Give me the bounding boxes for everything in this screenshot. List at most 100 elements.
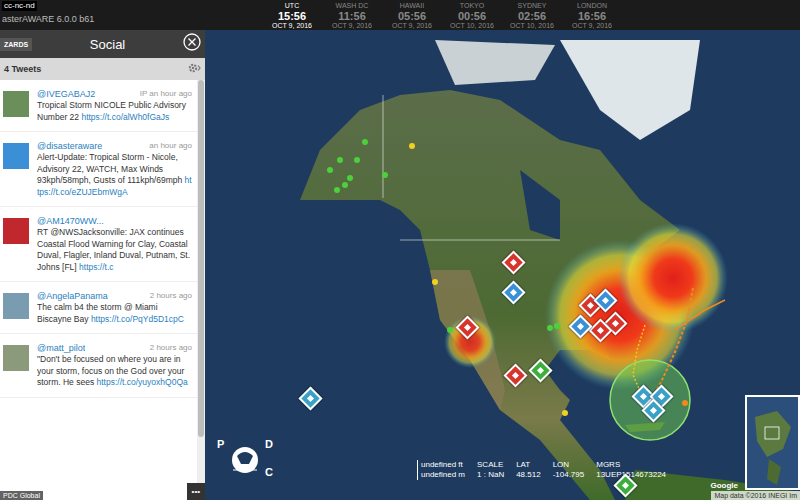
dot-icon xyxy=(554,323,560,329)
google-logo: Google xyxy=(710,481,738,490)
dot-icon xyxy=(682,400,688,406)
app-title-area: asterAWARE 6.0.0 b61cc-nc-nd xyxy=(0,0,262,30)
hazard-marker[interactable] xyxy=(505,254,522,271)
event-dot[interactable] xyxy=(347,175,353,181)
tweet-link[interactable]: https://t.co/PqYd5D1cpC xyxy=(91,314,184,324)
event-dot[interactable] xyxy=(447,327,453,333)
clock[interactable]: SYDNEY02:56OCT 10, 2016 xyxy=(502,0,562,30)
tweet-body: @IVEGABAJ2IP an hour agoTropical Storm N… xyxy=(37,88,192,123)
dot-icon xyxy=(432,279,438,285)
event-dot[interactable] xyxy=(432,279,438,285)
tweet-link[interactable]: https://t.co/yuyoxhQ0Qa xyxy=(97,377,188,387)
event-dot[interactable] xyxy=(354,157,360,163)
overview-minimap[interactable] xyxy=(745,395,800,490)
gear-icon[interactable] xyxy=(187,62,201,76)
clock[interactable]: HAWAII05:56OCT 9, 2016 xyxy=(382,0,442,30)
tweet-link[interactable]: https://t.co/alWh0fGaJs xyxy=(81,112,169,122)
scrollbar-thumb[interactable] xyxy=(198,80,204,437)
wizards-button[interactable]: ZARDS xyxy=(0,38,32,51)
event-dot[interactable] xyxy=(362,139,368,145)
hazard-symbol-icon xyxy=(464,324,471,331)
tweet-header: @AngelaPanama 2 hours ago xyxy=(37,290,192,302)
hazard-symbol-icon xyxy=(577,323,584,330)
hazard-symbol-icon xyxy=(537,367,544,374)
readout-column: SCALE1 : NaN xyxy=(477,460,504,480)
hazard-symbol-icon xyxy=(658,393,665,400)
readout-lon: -104.795 xyxy=(553,470,585,480)
event-dot[interactable] xyxy=(327,167,333,173)
tweet-author[interactable]: @AngelaPanama xyxy=(37,290,108,302)
tweet-time: IP an hour ago xyxy=(140,88,192,100)
hazard-icon xyxy=(503,363,527,387)
hazard-marker[interactable] xyxy=(617,477,634,494)
event-dot[interactable] xyxy=(562,410,568,416)
scrollbar[interactable] xyxy=(197,80,205,500)
map[interactable]: PDCundefined ftundefined mSCALE1 : NaNLA… xyxy=(205,30,800,500)
avatar-image xyxy=(3,345,29,371)
hazard-marker[interactable] xyxy=(459,319,476,336)
readout-mgrs: 13UEP1514673224 xyxy=(596,470,666,480)
tweet[interactable]: @matt_pilot2 hours ago"Don't be focused … xyxy=(0,334,197,398)
clock[interactable]: TOKYO00:56OCT 10, 2016 xyxy=(442,0,502,30)
tweet-text: RT @NWSJacksonville: JAX continues Coast… xyxy=(37,227,192,273)
panel-header: ZARDSSocial xyxy=(0,30,205,58)
event-dot[interactable] xyxy=(682,400,688,406)
readout-meters: undefined m xyxy=(421,470,465,480)
event-dot[interactable] xyxy=(337,157,343,163)
tweet[interactable]: @IVEGABAJ2IP an hour agoTropical Storm N… xyxy=(0,80,197,132)
clock-time: 16:56 xyxy=(578,10,606,22)
dot-icon xyxy=(382,172,388,178)
tweet-time: 2 hours ago xyxy=(150,290,192,302)
clock[interactable]: WASH DC11:56OCT 9, 2016 xyxy=(322,0,382,30)
avatar-image xyxy=(3,91,29,117)
dot-icon xyxy=(334,187,340,193)
top-bar: asterAWARE 6.0.0 b61cc-nc-ndUTC15:56OCT … xyxy=(0,0,800,30)
tweet-author[interactable]: @IVEGABAJ2 xyxy=(37,88,95,100)
readout-column: LAT48.512 xyxy=(516,460,540,480)
app-title: asterAWARE 6.0.0 b61 xyxy=(2,14,94,24)
tweet[interactable]: @AM1470WW...RT @NWSJacksonville: JAX con… xyxy=(0,207,197,282)
clock[interactable]: UTC15:56OCT 9, 2016 xyxy=(262,0,322,30)
hazard-marker[interactable] xyxy=(505,284,522,301)
hazard-marker[interactable] xyxy=(572,318,589,335)
world-clocks: UTC15:56OCT 9, 2016WASH DC11:56OCT 9, 20… xyxy=(262,0,622,30)
dot-icon xyxy=(562,410,568,416)
hazard-marker[interactable] xyxy=(597,292,614,309)
clock[interactable]: LONDON16:56OCT 9, 2016 xyxy=(562,0,622,30)
tweet[interactable]: @AngelaPanama2 hours agoThe calm b4 the … xyxy=(0,282,197,334)
dot-icon xyxy=(327,167,333,173)
readout-mgrs-label: MGRS xyxy=(596,460,666,470)
panel-title: Social xyxy=(32,37,183,52)
event-dot[interactable] xyxy=(382,172,388,178)
hazard-symbol-icon xyxy=(612,320,619,327)
pdc-logo: PDC xyxy=(215,434,277,482)
tweet-count-bar: 4 Tweets xyxy=(0,58,205,80)
clock-city: TOKYO xyxy=(460,1,484,10)
clock-city: SYDNEY xyxy=(518,1,547,10)
tweet-author[interactable]: @matt_pilot xyxy=(37,342,85,354)
map-readout: undefined ftundefined mSCALE1 : NaNLAT48… xyxy=(417,460,666,480)
tweet-author[interactable]: @disasteraware xyxy=(37,140,102,152)
hazard-icon xyxy=(588,318,612,342)
hazard-marker[interactable] xyxy=(302,390,319,407)
hazard-marker[interactable] xyxy=(507,367,524,384)
tweet-text: Alert-Update: Tropical Storm - Nicole, A… xyxy=(37,152,192,198)
hazard-marker[interactable] xyxy=(592,322,609,339)
tweet-author[interactable]: @AM1470WW... xyxy=(37,215,104,227)
event-dot[interactable] xyxy=(409,143,415,149)
more-button[interactable]: ••• xyxy=(187,483,205,500)
avatar-image xyxy=(3,218,29,244)
hazard-marker[interactable] xyxy=(532,362,549,379)
readout-lat-label: LAT xyxy=(516,460,540,470)
dot-icon xyxy=(547,325,553,331)
tweet-body: @AngelaPanama2 hours agoThe calm b4 the … xyxy=(37,290,192,325)
close-icon[interactable] xyxy=(183,33,201,55)
clock-date: OCT 9, 2016 xyxy=(572,22,612,30)
event-dot[interactable] xyxy=(342,182,348,188)
event-dot[interactable] xyxy=(554,323,560,329)
tweet-link[interactable]: https://t.c xyxy=(79,262,114,272)
tweet[interactable]: @disasterawarean hour agoAlert-Update: T… xyxy=(0,132,197,207)
event-dot[interactable] xyxy=(334,187,340,193)
event-dot[interactable] xyxy=(547,325,553,331)
hazard-marker[interactable] xyxy=(645,402,662,419)
